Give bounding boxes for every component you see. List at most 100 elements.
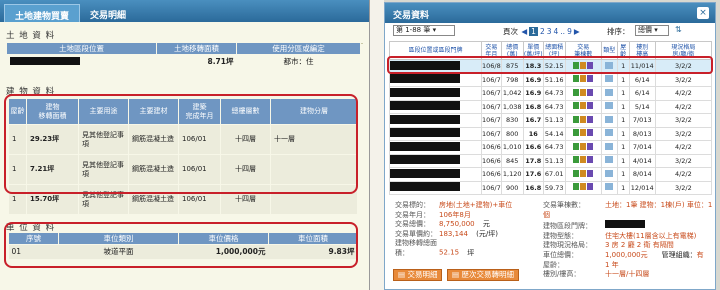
table-row[interactable]: 106/7 900 16.8 59.73 1 12/014 3/2/2 — [389, 180, 713, 195]
table-row[interactable]: 106/6 1,010 16.6 64.73 1 7/014 4/2/2 — [389, 140, 713, 155]
cell-floor: 7/013 — [628, 113, 656, 128]
page-link[interactable]: 1 — [529, 27, 538, 36]
redaction-bar — [390, 155, 460, 165]
table-row[interactable]: 106/6 1,120 17.6 67.01 1 8/014 4/2/2 — [389, 167, 713, 182]
table-row[interactable]: 106/8 875 18.3 52.15 1 11/014 3/2/2 — [389, 59, 713, 74]
cell-area: 52.15 — [542, 59, 566, 74]
col-header[interactable]: 單價 (萬/坪) — [522, 41, 544, 60]
cell-area: 67.01 — [542, 167, 566, 182]
parking-tag-icon — [587, 142, 594, 150]
page-link[interactable]: 4 — [554, 27, 559, 36]
land-table: 土地區段位置 土地移轉面積 使用分區或編定 8.71坪 都市：住 — [6, 42, 361, 69]
sort-label: 排序： — [607, 27, 630, 36]
address-redacted — [389, 180, 482, 195]
detail-row: 交易總價： 8,750,000 元 — [395, 220, 555, 230]
transaction-detail-button[interactable]: ▤ 交易明細 — [393, 269, 443, 281]
col-header[interactable]: 交易 年月 — [481, 41, 502, 60]
bld-floors: 十四層 — [220, 154, 271, 185]
cell-area: 59.73 — [542, 180, 566, 195]
cell-area: 64.73 — [542, 99, 566, 114]
tab-land-building-sale[interactable]: 土地建物買賣 — [4, 4, 81, 22]
col-header[interactable]: 屋齡 — [616, 41, 630, 60]
land-tag-icon — [573, 183, 580, 191]
cell-total: 1,038 — [500, 99, 524, 114]
cell-floor: 8/014 — [628, 167, 656, 182]
bld-use: 見其他登記事項 — [78, 184, 129, 215]
detail-value: 房地(土地+建物)+車位 — [439, 201, 513, 209]
building-type-icon — [605, 102, 614, 110]
col-header[interactable]: 總面積 (坪) — [542, 41, 566, 60]
cell-ym: 106/7 — [481, 72, 502, 87]
bld-header-material: 主要建材 — [128, 98, 179, 125]
building-section-title: 建 物 資 料 — [6, 87, 56, 97]
list-toolbar: 第 1-88 筆 ▾ 頁次 ◀ 1 2 3 4.. 9 ▶ 排序： 總價 ▾ ⇅ — [385, 23, 715, 39]
cell-unit: 16.8 — [522, 99, 544, 114]
detail-label: 交易單價約： — [395, 229, 437, 238]
detail-label: 交易年月： — [395, 210, 430, 219]
detail-row: 交易單價約： 183,144 (元/坪) — [395, 230, 555, 240]
table-row: 01 坡道平面 1,000,000元 9.83坪 — [8, 244, 358, 259]
transaction-table: 區段位置或區段門牌 交易 年月 總價 (萬) 單價 (萬/坪) 總面積 (坪) … — [389, 41, 713, 195]
col-header[interactable]: 交易 筆棟數 — [564, 41, 602, 60]
history-transfer-button[interactable]: ▤ 歷次交易轉明細 — [447, 269, 519, 281]
col-header[interactable]: 總價 (萬) — [500, 41, 524, 60]
detail-value: 8,750,000 — [439, 220, 475, 229]
redaction-bar — [390, 168, 460, 178]
address-redacted — [389, 59, 482, 74]
transaction-list-panel: 交易資料 × 第 1-88 筆 ▾ 頁次 ◀ 1 2 3 4.. 9 ▶ 排序： 總價 ▾ … — [384, 2, 716, 290]
bld-age: 1 — [8, 184, 27, 215]
cell-total: 1,010 — [500, 140, 524, 155]
building-tag-icon — [580, 75, 587, 83]
detail-unit: 元 — [480, 220, 490, 229]
next-icon[interactable]: ▶ — [574, 27, 580, 36]
map-road — [370, 0, 384, 290]
land-tag-icon — [573, 75, 580, 83]
cell-total: 800 — [500, 126, 524, 141]
building-tag-icon — [580, 88, 587, 96]
detail-label: 管理組織： — [661, 250, 697, 259]
col-header[interactable]: 樓別 樓高 — [628, 41, 656, 60]
table-row[interactable]: 106/7 798 16.9 51.16 1 6/14 3/2/2 — [389, 72, 713, 87]
page-link[interactable]: 2 — [540, 27, 545, 36]
building-type-icon — [605, 169, 614, 177]
tab-transaction-detail[interactable]: 交易明細 — [80, 4, 136, 22]
col-header[interactable]: 現況格局 房/廳/衛 — [654, 41, 713, 60]
table-row[interactable]: 106/7 1,042 16.9 64.73 1 6/14 4/2/2 — [389, 86, 713, 101]
bld-area: 29.23坪 — [26, 124, 79, 155]
bld-area: 15.70坪 — [26, 184, 79, 215]
land-tag-icon — [573, 129, 580, 137]
range-select-value: 第 1-88 筆 — [396, 26, 431, 34]
detail-label: 交易標的： — [395, 201, 430, 209]
cell-total: 1,042 — [500, 86, 524, 101]
table-row[interactable]: 106/7 1,038 16.8 64.73 1 5/14 4/2/2 — [389, 99, 713, 114]
land-section-title: 土 地 資 料 — [6, 31, 56, 41]
sort-order-icon[interactable]: ⇅ — [675, 25, 682, 34]
cell-type — [600, 59, 618, 74]
detail-row: 交易標的： 房地(土地+建物)+車位 — [395, 201, 555, 211]
col-header[interactable]: 區段位置或區段門牌 — [389, 41, 482, 60]
bld-floors: 十四層 — [220, 184, 271, 215]
table-row[interactable]: 106/6 845 17.8 51.13 1 4/014 3/2/2 — [389, 153, 713, 168]
cell-total: 798 — [500, 72, 524, 87]
cell-tags — [564, 72, 602, 87]
range-select[interactable]: 第 1-88 筆 ▾ — [393, 25, 455, 36]
sort-select[interactable]: 總價 ▾ — [635, 25, 669, 36]
prev-icon[interactable]: ◀ — [521, 27, 527, 36]
land-header-area: 土地移轉面積 — [156, 42, 237, 55]
close-icon[interactable]: × — [697, 7, 709, 19]
bld-header-completed: 建築 完成年月 — [178, 98, 221, 125]
parking-tag-icon — [587, 102, 594, 110]
cell-type — [600, 126, 618, 141]
table-row[interactable]: 106/7 830 16.7 51.13 1 7/013 3/2/2 — [389, 113, 713, 128]
cell-ym: 106/6 — [481, 167, 502, 182]
cell-ym: 106/6 — [481, 140, 502, 155]
cell-age: 1 — [616, 59, 630, 74]
cell-area: 51.13 — [542, 153, 566, 168]
table-row[interactable]: 106/7 800 16 54.14 1 8/013 3/2/2 — [389, 126, 713, 141]
page-link[interactable]: 9 — [567, 27, 572, 36]
address-redacted — [389, 99, 482, 114]
page-link[interactable]: 3 — [547, 27, 552, 36]
col-header[interactable]: 類型 — [600, 41, 618, 60]
cell-area: 64.73 — [542, 86, 566, 101]
cell-floor: 6/14 — [628, 72, 656, 87]
